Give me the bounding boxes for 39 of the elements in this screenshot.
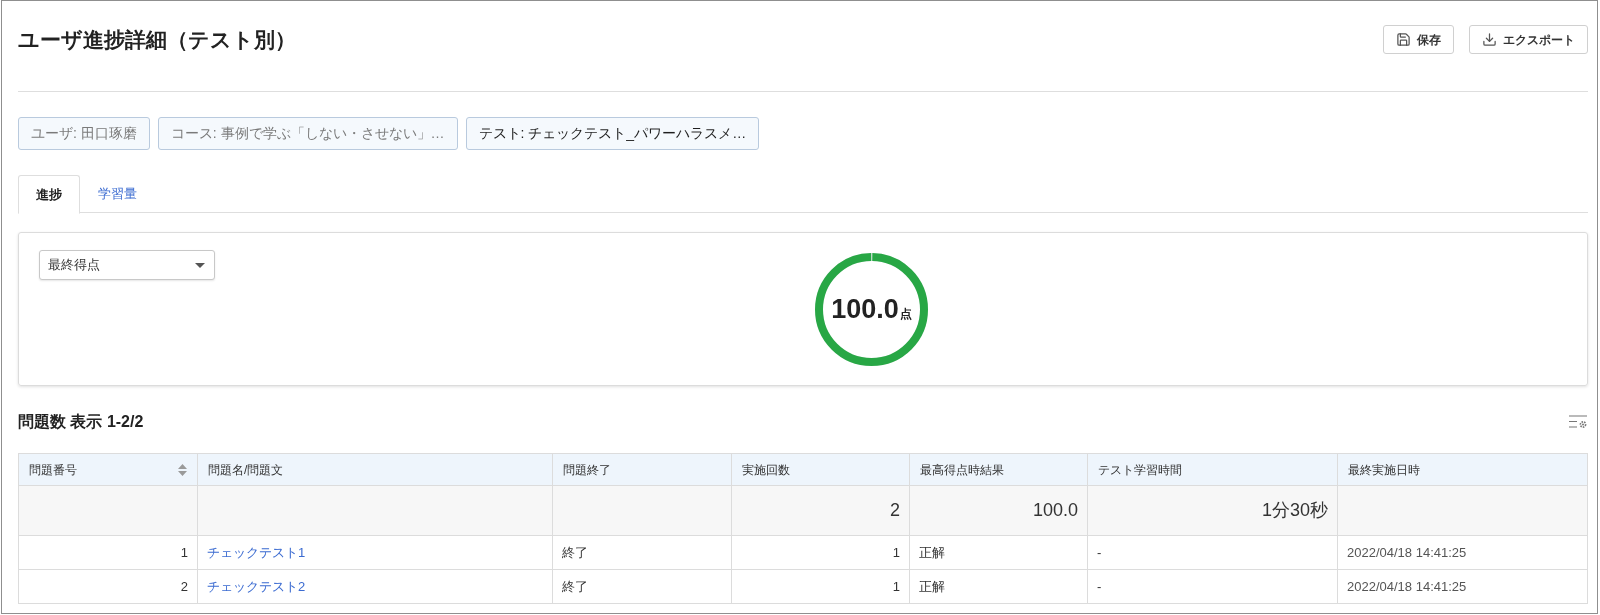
download-icon (1482, 32, 1497, 47)
question-count-heading: 問題数 表示 1-2/2 (18, 412, 144, 432)
summary-value: 2 (731, 485, 910, 536)
table-cell: 1 (731, 569, 910, 604)
column-header: 問題名/問題文 (197, 453, 553, 486)
summary-value: 100.0 (909, 485, 1088, 536)
table-cell: 1 (731, 535, 910, 570)
column-header: テスト学習時間 (1087, 453, 1338, 486)
question-link[interactable]: チェックテスト2 (207, 578, 306, 594)
score-value: 100.0 (831, 295, 899, 323)
question-link[interactable]: チェックテスト1 (207, 544, 306, 560)
summary-value: 1分30秒 (1087, 485, 1338, 536)
caret-icon (195, 262, 205, 268)
table-cell: 2022/04/18 14:41:25 (1337, 535, 1588, 570)
table-cell: 正解 (909, 535, 1088, 570)
tab[interactable]: 学習量 (80, 175, 155, 213)
column-header: 実施回数 (731, 453, 910, 486)
table-cell: 2 (18, 569, 198, 604)
table-cell: - (1087, 569, 1338, 604)
column-header: 最終実施日時 (1337, 453, 1588, 486)
filter-chip[interactable]: ユーザ: 田口琢磨 (18, 117, 150, 150)
score-unit: 点 (899, 307, 912, 320)
table-cell: 2022/04/18 14:41:25 (1337, 569, 1588, 604)
filter-chip[interactable]: コース: 事例で学ぶ「しない・させない」… (157, 117, 458, 150)
save-button[interactable]: 保存 (1383, 25, 1454, 54)
column-header: 問題終了 (552, 453, 732, 486)
table-cell: 正解 (909, 569, 1088, 604)
metric-select[interactable]: 最終得点 (39, 250, 215, 280)
column-header: 最高得点時結果 (909, 453, 1088, 486)
table-cell: 1 (18, 535, 198, 570)
table-cell: - (1087, 535, 1338, 570)
table-cell: 終了 (552, 535, 732, 570)
column-settings-icon[interactable] (1569, 415, 1588, 429)
export-button[interactable]: エクスポート (1469, 25, 1588, 54)
page-title: ユーザ進捗詳細（テスト別） (18, 29, 296, 50)
tab[interactable]: 進捗 (18, 175, 80, 214)
column-header[interactable]: 問題番号 (18, 453, 198, 486)
filter-chip[interactable]: テスト: チェックテスト_パワーハラスメ… (465, 117, 760, 150)
table-cell: 終了 (552, 569, 732, 604)
